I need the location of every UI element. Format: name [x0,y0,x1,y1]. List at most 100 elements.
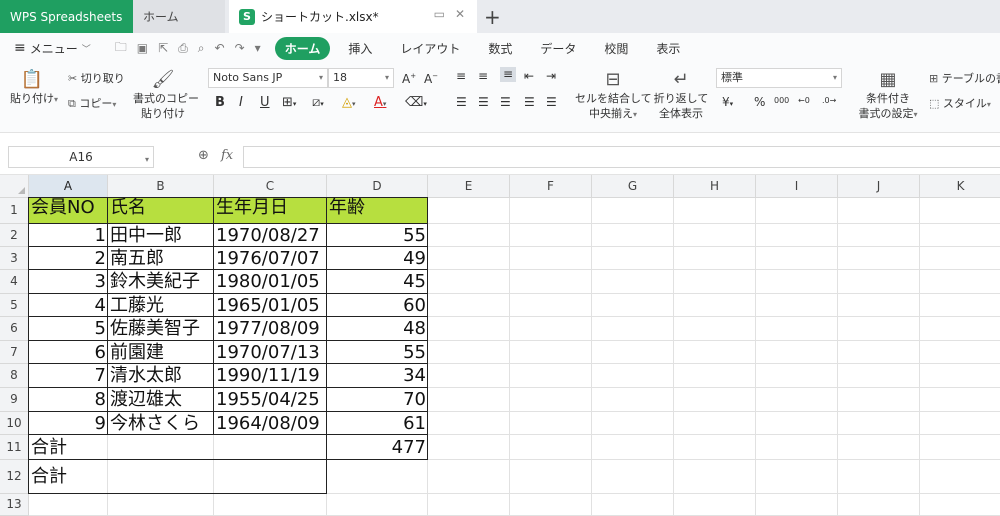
column-header-f[interactable]: F [510,175,592,198]
data-cell-name[interactable]: 前園建 [108,341,214,364]
paste-button[interactable]: 📋 貼り付け▾ [10,69,58,107]
underline-icon[interactable]: U [260,95,270,110]
data-cell-birthdate[interactable]: 1965/01/05 [214,294,327,317]
column-header-i[interactable]: I [756,175,838,198]
data-cell-birthdate[interactable]: 1970/07/13 [214,341,327,364]
number-format-select[interactable]: 標準 ▾ [716,68,842,88]
font-size-select[interactable]: 18 ▾ [328,68,394,88]
data-cell-age[interactable]: 49 [327,247,428,270]
header-cell-name[interactable]: 氏名 [108,198,214,224]
data-cell-member-no[interactable]: 7 [29,364,108,388]
percent-icon[interactable]: % [754,95,765,110]
distributed-icon[interactable]: ☰ [546,95,557,110]
main-menu-button[interactable]: ≡ メニュー ﹀ [14,40,91,57]
ribbon-tab-formulas[interactable]: 数式 [478,37,522,60]
data-cell-age[interactable]: 70 [327,388,428,412]
formula-input[interactable] [243,146,1000,168]
increase-font-icon[interactable]: A+ [402,69,416,87]
data-cell-member-no[interactable]: 1 [29,224,108,247]
column-header-k[interactable]: K [920,175,1000,198]
data-cell-birthdate[interactable]: 1980/01/05 [214,270,327,294]
name-box[interactable]: A16 ▾ [8,146,154,168]
data-cell-name[interactable]: 渡辺雄太 [108,388,214,412]
row-header-8[interactable]: 8 [0,364,29,388]
open-folder-icon[interactable]: 🗀 [115,38,127,59]
row-header-1[interactable]: 1 [0,198,29,224]
column-header-a[interactable]: A [29,175,108,198]
decrease-indent-icon[interactable]: ⇤ [524,69,534,84]
conditional-format-button[interactable]: ▦ 条件付き 書式の設定▾ [854,69,922,122]
align-middle-icon[interactable]: ≡ [478,69,488,84]
column-header-h[interactable]: H [674,175,756,198]
data-cell-member-no[interactable]: 8 [29,388,108,412]
data-cell-birthdate[interactable]: 1977/08/09 [214,317,327,341]
data-cell-birthdate[interactable]: 1970/08/27 [214,224,327,247]
undo-icon[interactable]: ↶ [215,41,225,55]
float-window-icon[interactable]: ▭ [434,7,445,21]
align-center-icon[interactable]: ☰ [478,95,489,110]
increase-decimal-icon[interactable]: ←0 [798,93,810,108]
row-header-9[interactable]: 9 [0,388,29,412]
ribbon-tab-layout[interactable]: レイアウト [390,37,470,60]
row-header-10[interactable]: 10 [0,412,29,435]
total-age-cell[interactable]: 477 [327,435,428,460]
column-header-e[interactable]: E [428,175,510,198]
data-cell-member-no[interactable]: 4 [29,294,108,317]
ribbon-tab-review[interactable]: 校閲 [594,37,638,60]
data-cell-name[interactable]: 田中一郎 [108,224,214,247]
ribbon-tab-view[interactable]: 表示 [646,37,690,60]
cell-style-button[interactable]: ⬚ スタイル▾ [929,96,991,112]
data-cell-member-no[interactable]: 9 [29,412,108,435]
justify-icon[interactable]: ☰ [524,95,535,110]
decrease-font-icon[interactable]: A− [424,69,438,87]
print-icon[interactable]: ⎙ [178,41,188,56]
spreadsheet-grid[interactable]: A B C D E F G H I J K 1 2 3 4 5 6 7 8 9 10 11 12 13 会員NO 氏名 生年月日 年齢… [0,175,1000,516]
align-left-icon[interactable]: ☰ [456,95,467,110]
total-label-cell-2[interactable]: 合計 [29,460,327,494]
table-style-button[interactable]: ⊞ テーブルの書 [929,71,1000,86]
merge-center-button[interactable]: ⊟ セルを結合して 中央揃え▾ [575,69,652,122]
data-cell-name[interactable]: 南五郎 [108,247,214,270]
column-header-j[interactable]: J [838,175,920,198]
cell-style-icon[interactable]: ⧄▾ [312,95,324,112]
new-tab-button[interactable]: + [484,5,501,29]
thousands-separator-icon[interactable]: 000 [774,93,789,108]
align-bottom-icon[interactable]: ≡ [500,67,517,82]
data-cell-name[interactable]: 佐藤美智子 [108,317,214,341]
wrap-text-button[interactable]: ↵ 折り返して 全体表示 [653,69,709,121]
data-cell-name[interactable]: 工藤光 [108,294,214,317]
row-header-5[interactable]: 5 [0,294,29,317]
data-cell-member-no[interactable]: 2 [29,247,108,270]
row-header-13[interactable]: 13 [0,494,29,516]
font-name-select[interactable]: Noto Sans JP ▾ [208,68,328,88]
header-cell-member-no[interactable]: 会員NO [29,198,108,224]
copy-button[interactable]: ⧉ コピー▾ [68,96,116,112]
increase-indent-icon[interactable]: ⇥ [546,69,556,84]
align-top-icon[interactable]: ≡ [456,69,466,84]
fill-color-icon[interactable]: ◬▾ [342,95,356,112]
row-header-3[interactable]: 3 [0,247,29,270]
ribbon-tab-home[interactable]: ホーム [274,36,331,60]
row-header-7[interactable]: 7 [0,341,29,364]
data-cell-age[interactable]: 34 [327,364,428,388]
data-cell-name[interactable]: 清水太郎 [108,364,214,388]
select-all-corner[interactable] [0,175,29,198]
column-header-c[interactable]: C [214,175,327,198]
clear-format-icon[interactable]: ⌫▾ [405,95,427,112]
data-cell-age[interactable]: 55 [327,224,428,247]
font-color-icon[interactable]: A▾ [374,95,386,112]
ribbon-tab-insert[interactable]: 挿入 [338,37,382,60]
data-cell-birthdate[interactable]: 1976/07/07 [214,247,327,270]
data-cell-birthdate[interactable]: 1955/04/25 [214,388,327,412]
decrease-decimal-icon[interactable]: .0→ [822,93,836,108]
border-icon[interactable]: ⊞▾ [282,95,296,112]
redo-icon[interactable]: ↷ [235,41,245,55]
italic-icon[interactable]: I [239,95,243,110]
data-cell-name[interactable]: 鈴木美紀子 [108,270,214,294]
tab-home[interactable]: ホーム [133,0,225,33]
column-header-b[interactable]: B [108,175,214,198]
column-header-g[interactable]: G [592,175,674,198]
data-cell-member-no[interactable]: 3 [29,270,108,294]
data-cell-birthdate[interactable]: 1964/08/09 [214,412,327,435]
function-icon[interactable]: fx [221,148,233,163]
